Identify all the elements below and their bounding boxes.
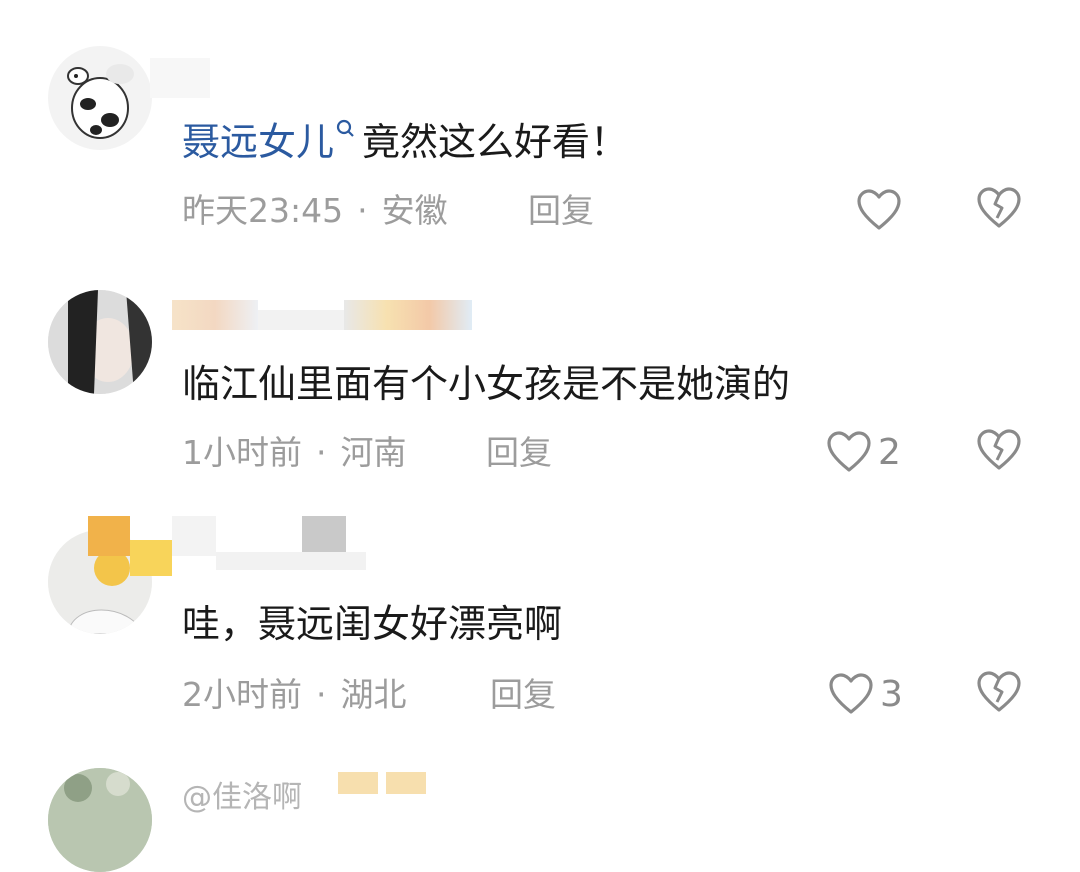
nickname-redaction — [216, 552, 366, 570]
nickname-redaction — [172, 516, 216, 556]
comment-body: 竟然这么好看！ — [362, 120, 629, 164]
avatar-redaction — [88, 516, 130, 556]
heart-outline-icon — [857, 189, 901, 230]
like-count: 3 — [880, 673, 903, 715]
dislike-button[interactable] — [976, 186, 1024, 234]
heart-outline-icon — [829, 673, 873, 714]
avatar[interactable] — [48, 46, 152, 150]
nickname-redaction — [150, 58, 210, 98]
comment-meta: 1小时前 · 河南 — [182, 433, 407, 472]
nickname[interactable]: @佳洛啊 — [182, 772, 302, 816]
broken-heart-icon — [977, 671, 1021, 712]
person-avatar-icon — [48, 290, 152, 394]
timestamp: 1小时前 — [182, 433, 302, 472]
location: 湖北 — [340, 675, 407, 714]
emoji-redaction — [338, 772, 378, 794]
avatar[interactable] — [48, 768, 152, 872]
comment-meta: 昨天23:45 · 安徽 — [182, 191, 448, 230]
emoji-redaction — [386, 772, 426, 794]
reply-button[interactable]: 回复 — [528, 190, 594, 232]
nickname-redaction — [258, 310, 344, 330]
dislike-button[interactable] — [976, 428, 1024, 476]
dog-avatar-icon — [67, 64, 134, 139]
comment-text: 聂远女儿 竟然这么好看！ — [182, 118, 628, 166]
nickname-redaction — [302, 516, 346, 556]
reply-button[interactable]: 回复 — [486, 432, 552, 474]
like-button[interactable]: 3 — [828, 670, 903, 718]
search-icon[interactable] — [334, 118, 356, 148]
heart-outline-icon — [827, 431, 871, 472]
comment-text: 哇，聂远闺女好漂亮啊 — [182, 602, 563, 646]
broken-heart-icon — [977, 187, 1021, 228]
nickname-redaction — [172, 300, 258, 330]
comment-text: 临江仙里面有个小女孩是不是她演的 — [182, 362, 791, 406]
like-button[interactable]: 2 — [826, 428, 901, 476]
avatar-redaction — [130, 540, 172, 576]
person-avatar-icon — [48, 768, 152, 872]
broken-heart-icon — [977, 429, 1021, 470]
reply-button[interactable]: 回复 — [490, 674, 556, 716]
dislike-button[interactable] — [976, 670, 1024, 718]
location: 河南 — [340, 433, 407, 472]
like-button[interactable] — [856, 186, 908, 234]
nickname-redaction — [344, 300, 472, 330]
avatar[interactable] — [48, 290, 152, 394]
comment-meta: 2小时前 · 湖北 — [182, 675, 407, 714]
timestamp: 昨天23:45 — [182, 191, 344, 230]
location: 安徽 — [381, 191, 448, 230]
like-count: 2 — [878, 431, 901, 473]
timestamp: 2小时前 — [182, 675, 302, 714]
mention-link[interactable]: 聂远女儿 — [182, 120, 334, 164]
